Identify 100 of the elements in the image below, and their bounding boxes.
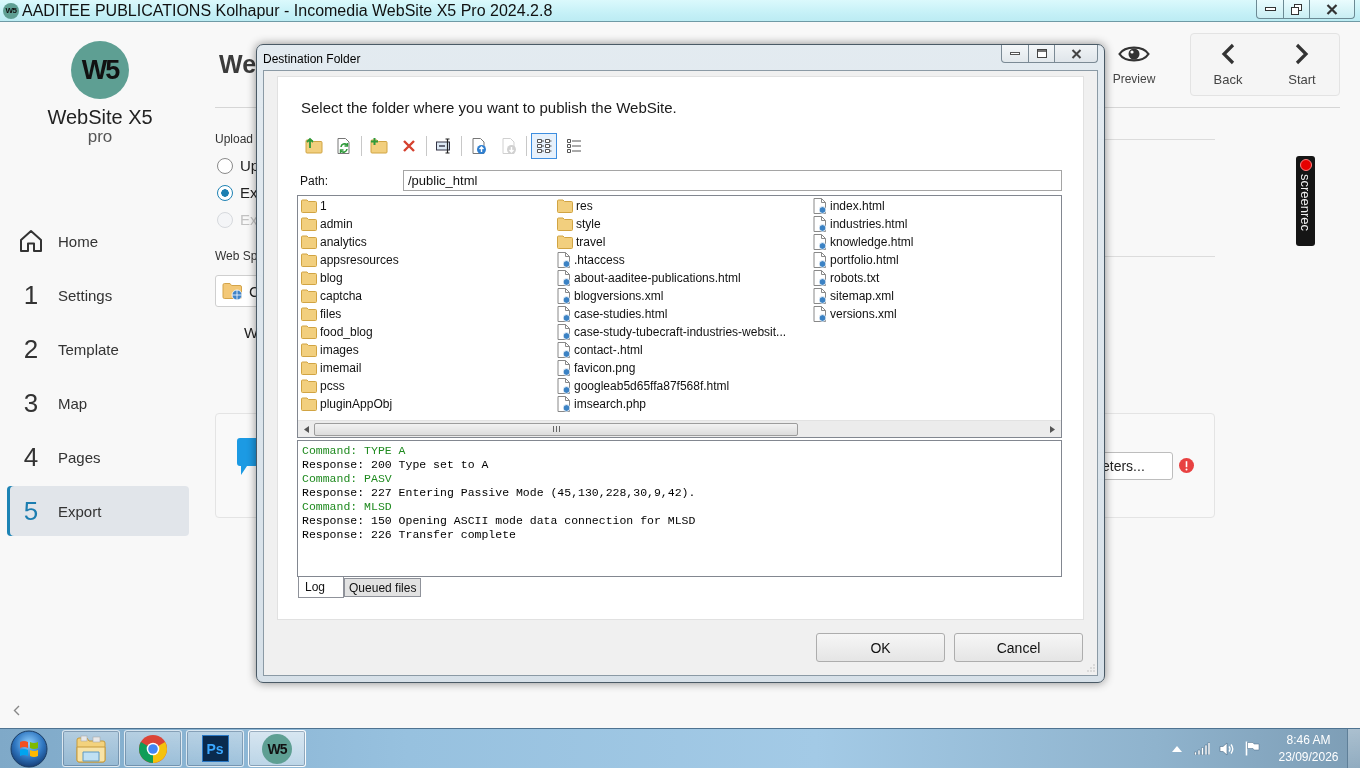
preview-button[interactable]: Preview	[1109, 43, 1159, 86]
file-name[interactable]: versions.xml	[830, 307, 897, 321]
start-button[interactable]: Start	[1274, 42, 1330, 87]
radio-button[interactable]	[217, 157, 233, 174]
start-orb-icon	[10, 729, 48, 768]
folder-name[interactable]: imemail	[320, 361, 362, 375]
web-file-icon	[813, 252, 827, 268]
close-button[interactable]	[1309, 0, 1355, 19]
product-edition: pro	[87, 128, 113, 145]
web-file-icon	[557, 306, 571, 322]
refresh-icon	[335, 137, 353, 155]
log-line: Response: 200 Type set to A	[302, 458, 489, 472]
close-button[interactable]	[1054, 45, 1098, 63]
nav-item[interactable]: 1 Settings	[7, 270, 189, 320]
folder-icon	[301, 343, 317, 357]
flag-icon	[1244, 741, 1260, 756]
nav-item[interactable]: Home	[7, 216, 189, 266]
columns-view-icon	[536, 138, 552, 154]
dialog-title: Destination Folder	[263, 52, 361, 66]
file-name[interactable]: industries.html	[830, 217, 908, 231]
web-file-icon	[813, 270, 827, 286]
folder-icon	[75, 734, 107, 763]
file-name[interactable]: portfolio.html	[830, 253, 899, 267]
folder-icon	[301, 271, 317, 285]
recorder-widget[interactable]: screenrec	[1296, 156, 1315, 246]
file-name[interactable]: favicon.png	[574, 361, 636, 375]
file-name[interactable]: about-aaditee-publications.html	[574, 271, 741, 285]
folder-name[interactable]: style	[576, 217, 601, 231]
maximize-button[interactable]	[1028, 45, 1055, 63]
file-name[interactable]: index.html	[830, 199, 885, 213]
taskbar-button[interactable]	[124, 730, 182, 767]
radio-button[interactable]	[217, 184, 233, 201]
restore-button[interactable]	[1283, 0, 1310, 19]
caret-up-icon	[1172, 745, 1182, 752]
file-name[interactable]: robots.txt	[830, 271, 880, 285]
grip-icon	[552, 426, 560, 432]
file-name[interactable]: googleab5d65ffa87f568f.html	[574, 379, 730, 393]
back-button[interactable]: Back	[1200, 42, 1256, 87]
tab[interactable]: Log	[298, 577, 345, 598]
taskbar-button[interactable]: Ps	[186, 730, 244, 767]
folder-name[interactable]: appsresources	[320, 253, 399, 267]
folder-name[interactable]: food_blog	[320, 325, 373, 339]
folder-name[interactable]: travel	[576, 235, 606, 249]
folder-icon	[557, 217, 573, 231]
folder-icon	[301, 235, 317, 249]
chevron-left-icon[interactable]	[13, 705, 20, 716]
speech-bubble-icon	[237, 438, 256, 476]
web-file-icon	[813, 288, 827, 304]
web-file-icon	[557, 252, 571, 268]
web-file-icon	[557, 342, 571, 358]
folder-name[interactable]: 1	[320, 199, 327, 213]
nav-item[interactable]: 5 Export	[7, 486, 189, 536]
folder-icon	[301, 379, 317, 393]
file-name[interactable]: .htaccess	[574, 253, 625, 267]
minimize-button[interactable]	[1001, 45, 1029, 63]
folder-name[interactable]: files	[320, 307, 342, 321]
folder-icon	[301, 289, 317, 303]
folder-icon	[301, 199, 317, 213]
folder-icon	[557, 199, 573, 213]
file-name[interactable]: blogversions.xml	[574, 289, 664, 303]
toolbar-button[interactable]	[531, 133, 557, 159]
maximize-icon	[1036, 49, 1047, 58]
scrollbar-thumb[interactable]	[314, 422, 798, 436]
folder-name[interactable]: images	[320, 343, 359, 357]
folder-name[interactable]: admin	[320, 217, 353, 231]
taskbar-button[interactable]	[62, 730, 120, 767]
folder-name[interactable]: blog	[320, 271, 343, 285]
taskbar-button[interactable]: W5	[248, 730, 306, 767]
show-desktop-button[interactable]	[1347, 729, 1360, 768]
list-view-icon	[566, 138, 582, 154]
folder-name[interactable]: analytics	[320, 235, 367, 249]
chevron-right-icon	[1295, 42, 1309, 65]
horizontal-scrollbar[interactable]	[298, 420, 1061, 437]
file-name[interactable]: imsearch.php	[574, 397, 647, 411]
nav-item[interactable]: 3 Map	[7, 378, 189, 428]
close-icon	[1070, 48, 1082, 59]
scroll-left-icon	[304, 425, 309, 433]
folder-name[interactable]: pluginAppObj	[320, 397, 393, 411]
file-name[interactable]: contact-.html	[574, 343, 643, 357]
file-name[interactable]: knowledge.html	[830, 235, 914, 249]
tab[interactable]: Queued files	[344, 578, 422, 597]
folder-name[interactable]: captcha	[320, 289, 363, 303]
folder-name[interactable]: pcss	[320, 379, 345, 393]
nav-item[interactable]: 2 Template	[7, 324, 189, 374]
instruction-text: Select the folder where you want to publish the WebSite.	[301, 99, 678, 117]
path-field[interactable]: /public_html	[403, 170, 1062, 191]
file-name[interactable]: case-studies.html	[574, 307, 668, 321]
folder-globe-icon	[222, 281, 244, 301]
folder-name[interactable]: res	[576, 199, 593, 213]
file-name[interactable]: case-study-tubecraft-industries-websit...	[574, 325, 787, 339]
file-name[interactable]: sitemap.xml	[830, 289, 894, 303]
cancel-button[interactable]: Cancel	[954, 633, 1083, 662]
folder-up-icon	[305, 137, 323, 155]
upload-icon	[470, 137, 488, 155]
nav-item[interactable]: 4 Pages	[7, 432, 189, 482]
log-line: Response: 150 Opening ASCII mode data connection for MLSD	[302, 514, 696, 528]
new-folder-icon	[370, 137, 388, 155]
ok-button[interactable]: OK	[816, 633, 945, 662]
log-line: Response: 226 Transfer complete	[302, 528, 516, 542]
minimize-button[interactable]	[1256, 0, 1284, 19]
